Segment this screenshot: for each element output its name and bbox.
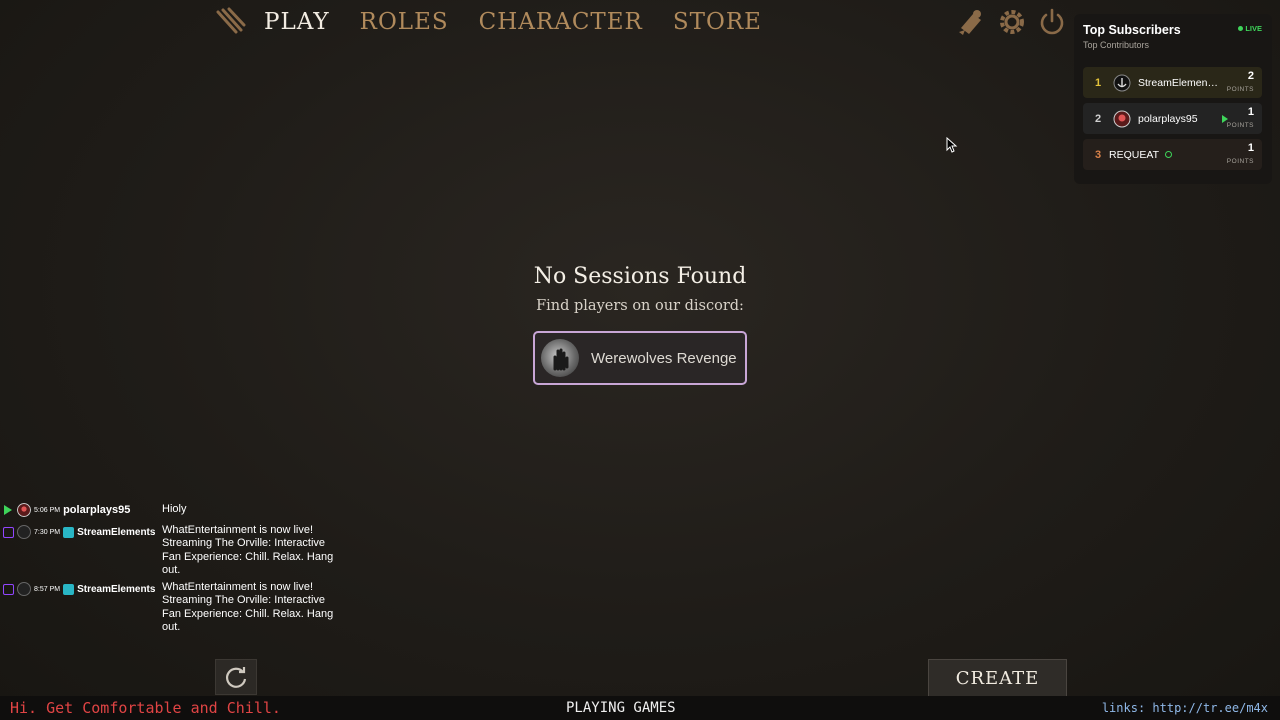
chat-text: WhatEntertainment is now live! Streaming…: [162, 524, 334, 576]
ticker-left: Hi. Get Comfortable and Chill.: [10, 699, 281, 717]
points-value: 2: [1247, 70, 1254, 82]
chat-text: Hioly: [162, 503, 187, 515]
chat-time: 7:30 PM: [34, 528, 61, 536]
avatar: [17, 503, 31, 517]
chat-meta: 8:57 PM StreamElements: [0, 581, 155, 597]
points-value: 1: [1247, 142, 1254, 154]
youtube-icon: [4, 505, 12, 515]
twitch-icon: [3, 526, 14, 538]
streamelements-icon: [63, 526, 75, 538]
rank: 3: [1095, 148, 1102, 161]
points: 1 POINTS: [1227, 106, 1254, 130]
power-icon[interactable]: [1036, 6, 1068, 38]
avatar: [1113, 110, 1131, 127]
subscriber-name: REQUEAT: [1109, 148, 1159, 161]
discord-server-button[interactable]: Werewolves Revenge: [533, 331, 747, 385]
create-button[interactable]: CREATE: [928, 659, 1067, 697]
live-dot-icon: [1238, 26, 1244, 31]
claw-logo-icon[interactable]: [214, 6, 246, 38]
points-value: 1: [1247, 106, 1254, 118]
status-ring-icon: [1164, 151, 1172, 158]
ticker-middle: PLAYING GAMES: [566, 700, 676, 716]
ticker-links: links: http://tr.ee/m4x: [1101, 701, 1268, 715]
chat-message: 8:57 PM StreamElements WhatEntertainment…: [0, 581, 333, 633]
avatar: [17, 525, 31, 539]
points-label: POINTS: [1226, 158, 1254, 165]
chat-text: WhatEntertainment is now live! Streaming…: [162, 581, 334, 633]
page-subtitle: Find players on our discord:: [536, 298, 744, 314]
top-subscribers-panel: Top Subscribers Top Contributors LIVE 1 …: [1074, 14, 1272, 184]
chat-time: 5:06 PM: [34, 506, 61, 514]
points-label: POINTS: [1226, 122, 1254, 129]
refresh-button[interactable]: [215, 659, 257, 695]
chat-time: 8:57 PM: [34, 585, 61, 593]
stream-ticker: Hi. Get Comfortable and Chill. PLAYING G…: [0, 696, 1280, 720]
points: 2 POINTS: [1227, 70, 1254, 94]
subscriber-name: polarplays95: [1138, 112, 1198, 125]
chat-meta: 5:06 PM polarplays95: [0, 502, 130, 518]
top-icons: [956, 6, 1068, 38]
panel-subtitle: Top Contributors: [1083, 40, 1150, 50]
chat-message: 5:06 PM polarplays95 Hioly: [0, 502, 186, 518]
nav-store[interactable]: STORE: [673, 9, 762, 35]
points-label: POINTS: [1226, 86, 1254, 93]
chat-username: StreamElements: [77, 526, 156, 538]
top-nav: PLAY ROLES CHARACTER STORE: [214, 0, 792, 44]
avatar: [1113, 74, 1131, 91]
gear-icon[interactable]: [996, 6, 1028, 38]
subscriber-name: StreamElement...: [1138, 76, 1218, 89]
chat-username: polarplays95: [63, 504, 131, 516]
streamelements-icon: [63, 583, 75, 595]
scroll-icon[interactable]: [956, 6, 988, 38]
nav-character[interactable]: CHARACTER: [479, 9, 643, 35]
points: 1 POINTS: [1227, 142, 1254, 166]
discord-button-label: Werewolves Revenge: [591, 349, 737, 367]
chat-meta: 7:30 PM StreamElements: [0, 524, 155, 540]
subscriber-row: 1 StreamElement... 2 POINTS: [1083, 67, 1262, 98]
rank: 1: [1095, 76, 1102, 89]
nav-play[interactable]: PLAY: [264, 9, 330, 35]
chat-message: 7:30 PM StreamElements WhatEntertainment…: [0, 524, 333, 576]
chat-username: StreamElements: [77, 583, 156, 595]
panel-title: Top Subscribers: [1083, 23, 1181, 37]
mouse-cursor-icon: [946, 137, 958, 153]
nav-roles[interactable]: ROLES: [360, 9, 449, 35]
live-badge: LIVE: [1238, 24, 1262, 33]
avatar: [17, 582, 31, 596]
subscriber-row: 3 REQUEAT 1 POINTS: [1083, 139, 1262, 170]
refresh-icon: [225, 667, 247, 688]
live-label: LIVE: [1245, 24, 1262, 33]
werewolf-hand-icon: [541, 339, 579, 377]
rank: 2: [1095, 112, 1102, 125]
page-title: No Sessions Found: [533, 264, 747, 289]
subscriber-row: 2 polarplays95 1 POINTS: [1083, 103, 1262, 134]
twitch-icon: [3, 583, 14, 595]
